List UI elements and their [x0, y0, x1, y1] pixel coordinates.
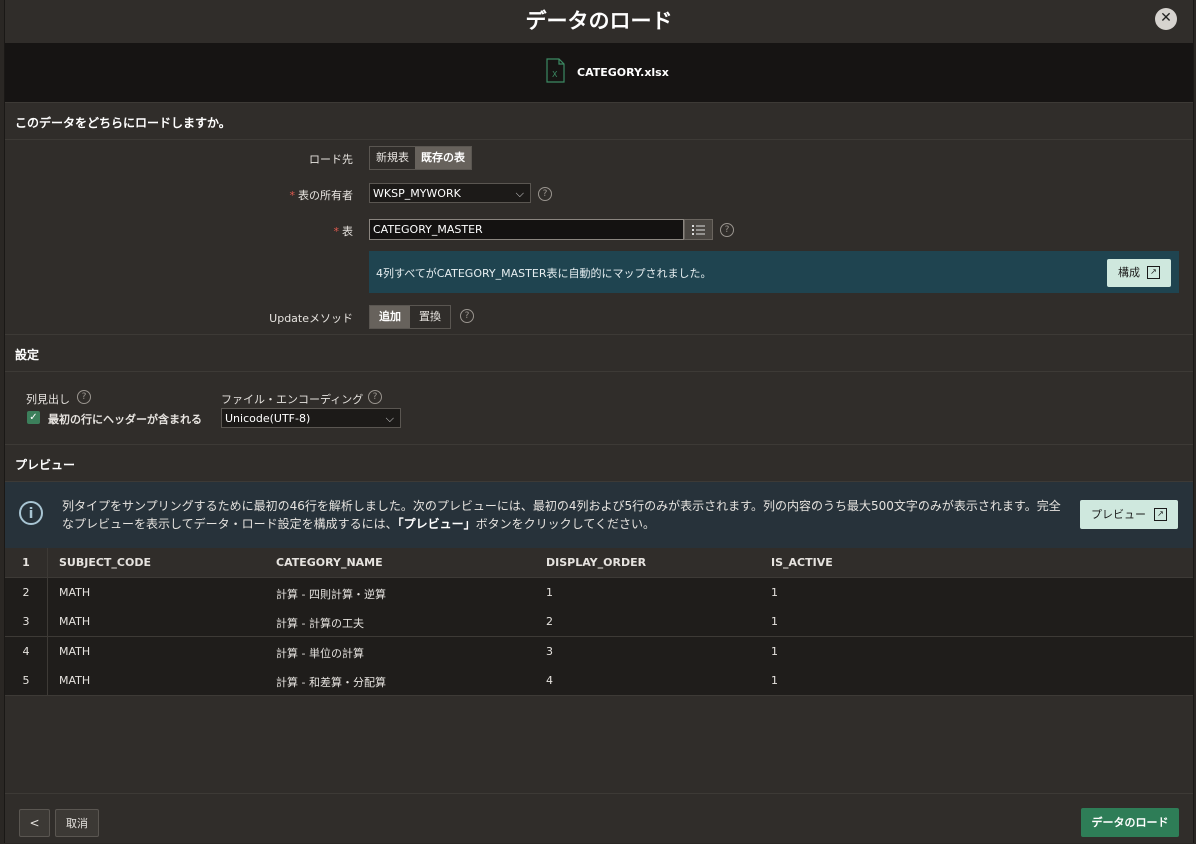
- required-marker: *: [333, 225, 340, 238]
- preview-section-header: プレビュー: [5, 444, 1193, 482]
- column-header: IS_ACTIVE: [771, 556, 833, 569]
- open-external-icon: ↗: [1147, 266, 1160, 279]
- preview-info-text-bold: 「プレビュー」: [397, 517, 476, 531]
- table-cell: MATH: [59, 645, 91, 658]
- dialog-title: データのロード: [525, 9, 673, 33]
- table-label: * 表: [205, 223, 354, 239]
- load-data-dialog: データのロード ✕ X CATEGORY.xlsx このデータをどちらにロードし…: [4, 0, 1194, 843]
- table-cell: MATH: [59, 615, 91, 628]
- table-row: 3 MATH 計算 - 計算の工夫 2 1: [5, 607, 1193, 637]
- table-cell: 計算 - 和差算・分配算: [276, 676, 386, 689]
- table-cell: 2: [546, 615, 553, 628]
- row-number: 3: [5, 607, 48, 636]
- update-method-replace[interactable]: 置換: [410, 306, 450, 328]
- close-icon[interactable]: ✕: [1155, 8, 1177, 30]
- table-list-button[interactable]: [684, 219, 713, 240]
- column-header: DISPLAY_ORDER: [546, 556, 647, 569]
- table-cell: 1: [771, 586, 778, 599]
- configure-label: 構成: [1118, 266, 1140, 279]
- mapping-info-box: 4列すべてがCATEGORY_MASTER表に自動的にマップされました。 構成 …: [369, 251, 1179, 293]
- owner-label-text: 表の所有者: [298, 189, 353, 202]
- back-button[interactable]: <: [19, 809, 50, 837]
- load-to-option-new[interactable]: 新規表: [370, 147, 415, 169]
- file-banner: X CATEGORY.xlsx: [5, 43, 1193, 102]
- row-number: 5: [5, 666, 48, 695]
- settings-section-header: 設定: [5, 334, 1193, 372]
- preview-button-label: プレビュー: [1091, 508, 1146, 521]
- table-cell: 1: [771, 645, 778, 658]
- file-name: CATEGORY.xlsx: [577, 66, 669, 79]
- preview-info-text-2: ボタンをクリックしてください。: [475, 517, 655, 531]
- table-input[interactable]: CATEGORY_MASTER: [369, 219, 684, 240]
- owner-select[interactable]: WKSP_MYWORK ⌵: [369, 183, 531, 203]
- preview-button[interactable]: プレビュー ↗: [1080, 500, 1178, 529]
- settings-section-title: 設定: [15, 348, 40, 362]
- table-cell: 3: [546, 645, 553, 658]
- configure-button[interactable]: 構成 ↗: [1107, 259, 1171, 287]
- destination-section-header: このデータをどちらにロードしますか。: [5, 102, 1193, 140]
- table-cell: 計算 - 四則計算・逆算: [276, 588, 386, 601]
- required-marker: *: [289, 189, 296, 202]
- preview-info-text: 列タイプをサンプリングするために最初の46行を解析しました。次のプレビューには、…: [62, 497, 1062, 533]
- load-to-option-existing[interactable]: 既存の表: [415, 147, 471, 169]
- load-to-label: ロード先: [309, 153, 353, 166]
- load-to-toggle: 新規表 既存の表: [369, 146, 472, 170]
- list-icon: [692, 225, 705, 235]
- column-header-help-icon[interactable]: ?: [77, 390, 91, 404]
- owner-label: * 表の所有者: [205, 187, 354, 203]
- cancel-button[interactable]: 取消: [55, 809, 99, 837]
- table-cell: MATH: [59, 674, 91, 687]
- table-cell: 1: [771, 615, 778, 628]
- table-cell: 1: [546, 586, 553, 599]
- excel-file-icon: X: [546, 58, 565, 83]
- encoding-label: ファイル・エンコーディング: [221, 393, 364, 406]
- preview-info-box: i 列タイプをサンプリングするために最初の46行を解析しました。次のプレビューに…: [5, 482, 1193, 548]
- encoding-help-icon[interactable]: ?: [368, 390, 382, 404]
- svg-text:X: X: [552, 70, 558, 79]
- encoding-select[interactable]: Unicode(UTF-8) ⌵: [221, 408, 401, 428]
- chevron-down-icon: ⌵: [385, 412, 394, 425]
- open-external-icon: ↗: [1154, 508, 1167, 521]
- table-row: 5 MATH 計算 - 和差算・分配算 4 1: [5, 666, 1193, 696]
- table-cell: 計算 - 計算の工夫: [276, 617, 364, 630]
- mapping-message: 4列すべてがCATEGORY_MASTER表に自動的にマップされました。: [376, 267, 712, 280]
- column-header: SUBJECT_CODE: [59, 556, 151, 569]
- table-row: 2 MATH 計算 - 四則計算・逆算 1 1: [5, 578, 1193, 608]
- column-header-label: 列見出し: [26, 393, 70, 406]
- load-data-button[interactable]: データのロード: [1081, 808, 1179, 837]
- owner-help-icon[interactable]: ?: [538, 187, 552, 201]
- table-cell: 4: [546, 674, 553, 687]
- table-cell: 計算 - 単位の計算: [276, 647, 364, 660]
- table-cell: 1: [771, 674, 778, 687]
- chevron-down-icon: ⌵: [515, 187, 524, 200]
- destination-section-title: このデータをどちらにロードしますか。: [15, 116, 231, 130]
- dialog-titlebar: データのロード ✕: [5, 0, 1193, 42]
- update-method-append[interactable]: 追加: [370, 306, 410, 328]
- table-help-icon[interactable]: ?: [720, 223, 734, 237]
- encoding-value: Unicode(UTF-8): [225, 412, 311, 425]
- row-number: 4: [5, 637, 48, 666]
- table-row: 4 MATH 計算 - 単位の計算 3 1: [5, 637, 1193, 667]
- table-header-row: 1 SUBJECT_CODE CATEGORY_NAME DISPLAY_ORD…: [5, 548, 1193, 578]
- dialog-footer: < 取消 データのロード: [5, 793, 1193, 844]
- column-header: CATEGORY_NAME: [276, 556, 383, 569]
- update-method-toggle: 追加 置換: [369, 305, 451, 329]
- preview-section-title: プレビュー: [15, 458, 76, 472]
- info-icon: i: [19, 501, 43, 525]
- row-number: 1: [5, 548, 48, 577]
- header-checkbox[interactable]: ✓: [27, 411, 40, 424]
- table-label-text: 表: [342, 225, 353, 238]
- chevron-left-icon: <: [29, 816, 40, 830]
- row-number: 2: [5, 578, 48, 607]
- update-method-label: Updateメソッド: [269, 312, 353, 325]
- update-method-help-icon[interactable]: ?: [460, 309, 474, 323]
- owner-value: WKSP_MYWORK: [373, 187, 461, 200]
- table-cell: MATH: [59, 586, 91, 599]
- header-checkbox-label: 最初の行にヘッダーが含まれる: [48, 413, 202, 426]
